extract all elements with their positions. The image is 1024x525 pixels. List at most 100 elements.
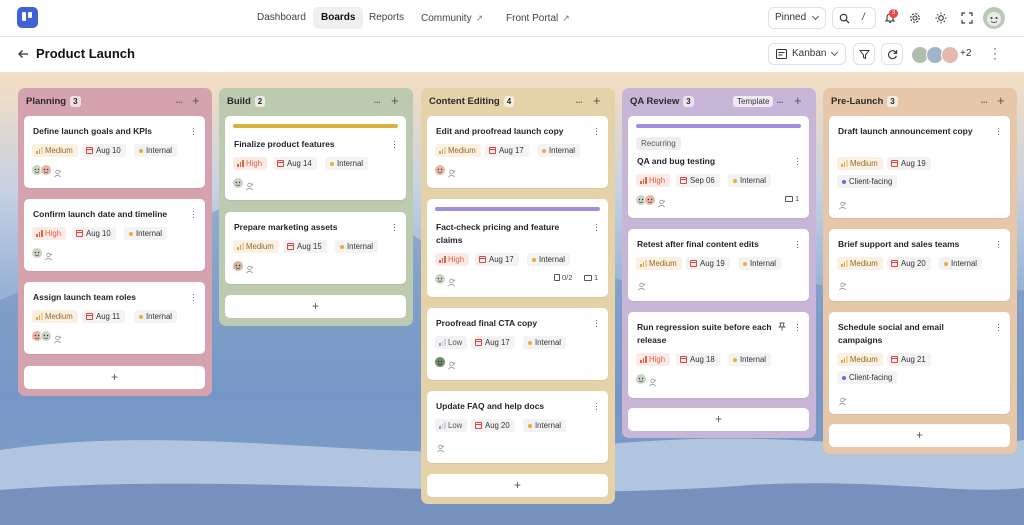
gear-icon[interactable]: [909, 12, 921, 24]
card-menu-icon[interactable]: · · ·: [595, 124, 598, 139]
card-menu-icon[interactable]: · · ·: [393, 220, 396, 235]
add-card-icon[interactable]: +: [192, 93, 200, 108]
nav-reports[interactable]: Reports: [361, 7, 412, 29]
task-card[interactable]: Retest after final content edits · · · Mediu…: [628, 229, 809, 301]
add-card-button[interactable]: +: [628, 408, 809, 431]
assignee-avatar[interactable]: [232, 176, 244, 188]
add-card-icon[interactable]: +: [794, 93, 802, 108]
add-assignee-icon[interactable]: [447, 357, 456, 370]
task-card[interactable]: Run regression suite before each release…: [628, 312, 809, 398]
fullscreen-icon[interactable]: [961, 12, 973, 24]
card-menu-icon[interactable]: · · ·: [192, 207, 195, 222]
column-title: QA Review 3: [630, 96, 694, 107]
pinned-dropdown[interactable]: Pinned: [768, 7, 826, 29]
card-menu-icon[interactable]: · · ·: [595, 399, 598, 414]
search-box[interactable]: /: [832, 7, 876, 29]
tag-badge: Internal: [134, 144, 178, 157]
assignee-avatar[interactable]: [434, 355, 446, 367]
column-more-icon[interactable]: •••: [176, 100, 183, 106]
task-card[interactable]: Schedule social and email campaigns · · · Me…: [829, 312, 1010, 414]
card-menu-icon[interactable]: · · ·: [796, 237, 799, 252]
card-menu-icon[interactable]: · · ·: [393, 137, 396, 152]
nav-dashboard[interactable]: Dashboard: [249, 7, 314, 29]
back-arrow-icon[interactable]: [17, 49, 29, 59]
calendar-icon: [489, 147, 496, 154]
add-assignee-icon[interactable]: [648, 374, 657, 387]
assignee-avatar[interactable]: [644, 193, 656, 205]
card-menu-icon[interactable]: · · ·: [997, 237, 1000, 252]
filter-button[interactable]: [853, 43, 875, 65]
assignee-avatar[interactable]: [31, 246, 43, 258]
pin-icon[interactable]: [778, 322, 786, 333]
task-card[interactable]: Proofread final CTA copy · · · Low Aug 17 Inte…: [427, 308, 608, 380]
sun-icon[interactable]: [935, 12, 947, 24]
add-assignee-icon[interactable]: [637, 278, 646, 291]
checklist-value: 0/2: [562, 273, 573, 282]
card-menu-icon[interactable]: · · ·: [997, 320, 1000, 335]
view-selector[interactable]: Kanban: [768, 43, 846, 65]
due-date: Aug 20: [901, 259, 926, 268]
add-card-icon[interactable]: +: [997, 93, 1005, 108]
member-avatar[interactable]: [941, 46, 959, 64]
card-menu-icon[interactable]: · · ·: [796, 320, 799, 335]
add-card-button[interactable]: +: [225, 295, 406, 318]
add-card-icon[interactable]: +: [593, 93, 601, 108]
task-card[interactable]: Recurring QA and bug testing · · · High Sep 06…: [628, 116, 809, 218]
template-badge[interactable]: Template: [733, 96, 774, 107]
card-menu-icon[interactable]: · · ·: [595, 220, 598, 235]
add-assignee-icon[interactable]: [44, 248, 53, 261]
task-card[interactable]: Draft launch announcement copy · · · Medium A…: [829, 116, 1010, 218]
column-more-icon[interactable]: •••: [576, 100, 583, 106]
refresh-button[interactable]: [881, 43, 903, 65]
add-assignee-icon[interactable]: [447, 165, 456, 178]
assignee-avatar[interactable]: [434, 272, 446, 284]
task-card[interactable]: Fact-check pricing and feature claims · · ·…: [427, 199, 608, 297]
add-assignee-icon[interactable]: [838, 278, 847, 291]
card-menu-icon[interactable]: · · ·: [796, 154, 799, 169]
nav-community[interactable]: Community ↗: [413, 7, 491, 29]
add-card-button[interactable]: +: [427, 474, 608, 497]
user-avatar[interactable]: [983, 7, 1005, 29]
task-card[interactable]: Prepare marketing assets · · · Medium Aug 15 I…: [225, 212, 406, 284]
assignee-avatar[interactable]: [40, 329, 52, 341]
add-assignee-icon[interactable]: [245, 178, 254, 191]
add-assignee-icon[interactable]: [447, 274, 456, 287]
add-assignee-icon[interactable]: [53, 165, 62, 178]
due-date-badge: Aug 15: [283, 240, 327, 253]
assignee-avatar[interactable]: [232, 259, 244, 271]
priority-bars-icon: [841, 260, 848, 267]
more-options-icon[interactable]: · · ·: [993, 42, 999, 64]
task-card[interactable]: Define launch goals and KPIs · · · Medium Aug…: [24, 116, 205, 188]
add-assignee-icon[interactable]: [245, 261, 254, 274]
add-card-button[interactable]: +: [829, 424, 1010, 447]
nav-front-portal[interactable]: Front Portal ↗: [498, 7, 578, 29]
add-assignee-icon[interactable]: [657, 195, 666, 208]
add-card-button[interactable]: +: [24, 366, 205, 389]
assignee-avatar[interactable]: [40, 163, 52, 175]
app-logo[interactable]: [17, 7, 38, 28]
column-more-icon[interactable]: •••: [777, 100, 784, 106]
extra-members-count[interactable]: +2: [960, 48, 971, 59]
add-assignee-icon[interactable]: [53, 331, 62, 344]
nav-boards[interactable]: Boards: [313, 7, 364, 29]
column-more-icon[interactable]: •••: [374, 100, 381, 106]
task-card[interactable]: Finalize product features · · · High Aug 14 In…: [225, 116, 406, 200]
card-menu-icon[interactable]: · · ·: [192, 290, 195, 305]
task-card[interactable]: Brief support and sales teams · · · Medium Au…: [829, 229, 1010, 301]
column-more-icon[interactable]: •••: [981, 100, 988, 106]
add-assignee-icon[interactable]: [436, 440, 445, 453]
card-menu-icon[interactable]: · · ·: [192, 124, 195, 139]
column-title: Content Editing 4: [429, 96, 515, 107]
task-card[interactable]: Assign launch team roles · · · Medium Aug 11 I…: [24, 282, 205, 354]
task-card[interactable]: Edit and proofread launch copy · · · Medium A…: [427, 116, 608, 188]
add-card-icon[interactable]: +: [391, 93, 399, 108]
task-card[interactable]: Confirm launch date and timeline · · · High A…: [24, 199, 205, 271]
assignee-avatar[interactable]: [635, 372, 647, 384]
card-menu-icon[interactable]: · · ·: [997, 124, 1000, 139]
card-menu-icon[interactable]: · · ·: [595, 316, 598, 331]
add-assignee-icon[interactable]: [838, 393, 847, 406]
tag-dot-icon: [542, 148, 546, 153]
assignee-avatar[interactable]: [434, 163, 446, 175]
add-assignee-icon[interactable]: [838, 197, 847, 210]
task-card[interactable]: Update FAQ and help docs · · · Low Aug 20 Inte…: [427, 391, 608, 463]
